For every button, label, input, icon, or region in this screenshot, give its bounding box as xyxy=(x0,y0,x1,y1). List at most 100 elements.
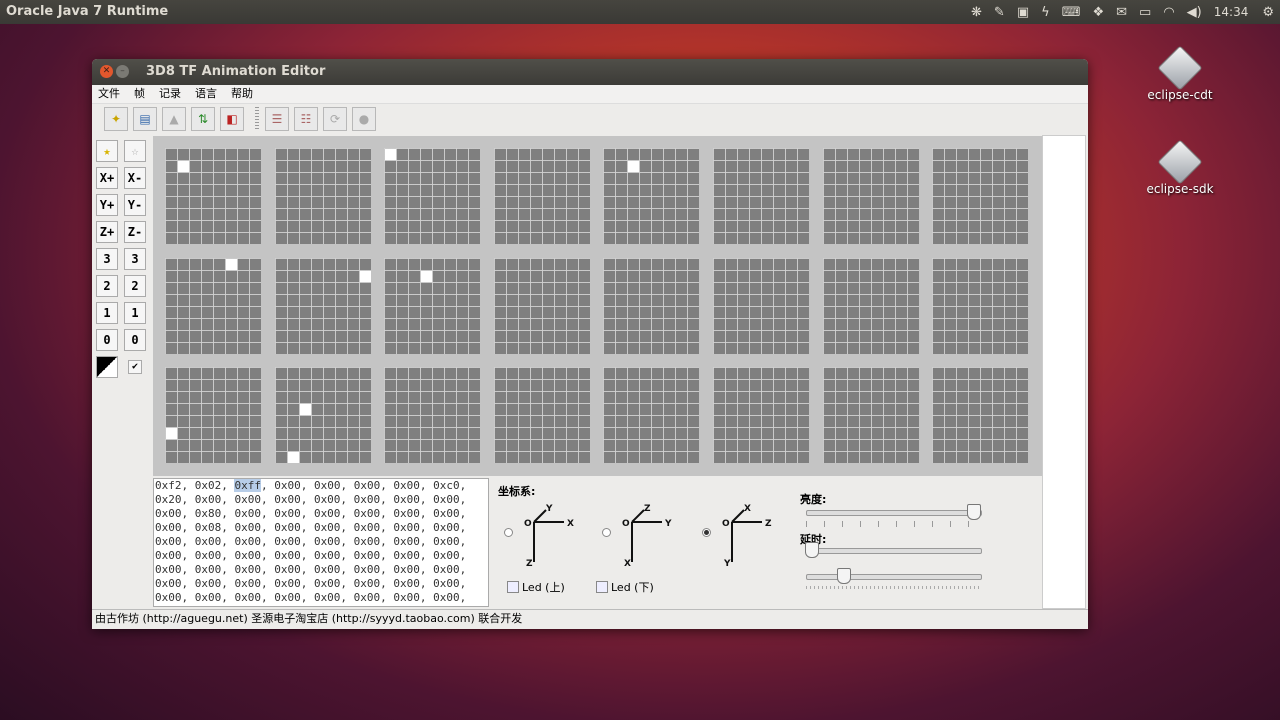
led-top-checkbox[interactable] xyxy=(507,581,519,593)
minimize-icon[interactable]: – xyxy=(116,65,129,78)
led-on[interactable] xyxy=(628,161,640,172)
led-layer-6[interactable] xyxy=(822,148,919,244)
led-layer-17[interactable] xyxy=(274,367,371,463)
apply-checkbox[interactable]: ✔ xyxy=(128,360,142,374)
led-layer-7[interactable] xyxy=(932,148,1029,244)
led-layer-16[interactable] xyxy=(165,367,261,463)
coord-radio-2[interactable] xyxy=(702,528,711,537)
desktop-icon-eclipse-cdt[interactable]: eclipse-cdt xyxy=(1140,45,1220,102)
led-layer-18[interactable] xyxy=(384,367,481,463)
led-on[interactable] xyxy=(421,270,433,282)
left-button-13[interactable]: 0 xyxy=(124,329,146,351)
led-layer-2[interactable] xyxy=(384,148,481,244)
play-icon[interactable]: ● xyxy=(352,107,376,131)
export-icon[interactable]: ◧ xyxy=(220,107,244,131)
led-layer-20[interactable] xyxy=(603,367,700,463)
led-layer-12[interactable] xyxy=(603,257,700,354)
speed-slider-thumb[interactable] xyxy=(837,568,852,584)
led-layer-15[interactable] xyxy=(932,257,1029,354)
menu-frame[interactable]: 帧 xyxy=(134,85,145,103)
coord-axes-diagram-0: O Y X Z xyxy=(524,504,574,566)
delay-slider-track[interactable] xyxy=(806,548,982,554)
record-icon[interactable]: ▣ xyxy=(1017,5,1029,20)
save-disabled-icon[interactable]: ▲ xyxy=(162,107,186,131)
edit-icon[interactable]: ✎ xyxy=(994,5,1005,20)
battery-icon[interactable]: ▭ xyxy=(1139,5,1151,20)
editor-window: ✕ – 3D8 TF Animation Editor 文件 帧 记录 语言 帮… xyxy=(92,59,1088,629)
brightness-slider-thumb[interactable] xyxy=(967,504,981,520)
axis-label-up: Y xyxy=(545,504,553,514)
dropbox-icon[interactable]: ❖ xyxy=(1092,5,1104,20)
menu-record[interactable]: 记录 xyxy=(159,85,181,103)
speed-slider-track[interactable] xyxy=(806,574,982,580)
menu-bar: 文件 帧 记录 语言 帮助 xyxy=(92,85,1088,104)
led-layer-23[interactable] xyxy=(932,367,1029,463)
network-paw-icon[interactable]: ❋ xyxy=(971,5,982,20)
led-on[interactable] xyxy=(385,149,397,160)
led-layer-9[interactable] xyxy=(274,257,371,354)
insert-frame-icon[interactable]: ☰ xyxy=(265,107,289,131)
close-icon[interactable]: ✕ xyxy=(100,65,113,78)
led-layer-14[interactable] xyxy=(822,257,919,354)
clock[interactable]: 14:34 xyxy=(1214,5,1249,19)
left-button-9[interactable]: 2 xyxy=(124,275,146,297)
hex-data-textarea[interactable]: 0xf2, 0x02, 0xff, 0x00, 0x00, 0x00, 0x00… xyxy=(153,478,489,607)
power-icon[interactable]: ϟ xyxy=(1041,5,1050,20)
desktop-icon-eclipse-sdk[interactable]: eclipse-sdk xyxy=(1140,139,1220,196)
menu-help[interactable]: 帮助 xyxy=(231,85,253,103)
star-clear-icon[interactable]: ☆ xyxy=(124,140,146,162)
led-on[interactable] xyxy=(299,404,311,415)
brightness-slider-track[interactable] xyxy=(806,510,982,516)
led-layer-21[interactable] xyxy=(713,367,809,463)
coord-radio-0[interactable] xyxy=(504,528,513,537)
left-button-12[interactable]: 0 xyxy=(96,329,118,351)
led-layer-19[interactable] xyxy=(493,367,590,463)
window-titlebar[interactable]: ✕ – 3D8 TF Animation Editor xyxy=(92,59,1088,85)
refresh-icon[interactable]: ⟳ xyxy=(323,107,347,131)
left-button-5[interactable]: Z- xyxy=(124,221,146,243)
left-button-8[interactable]: 2 xyxy=(96,275,118,297)
invert-icon[interactable] xyxy=(96,356,118,378)
led-layer-8[interactable] xyxy=(165,257,261,354)
led-layer-13[interactable] xyxy=(713,257,809,354)
keyboard-icon[interactable]: ⌨ xyxy=(1062,5,1081,20)
led-layer-10[interactable] xyxy=(384,257,481,354)
led-bottom-checkbox[interactable] xyxy=(596,581,608,593)
led-on[interactable] xyxy=(226,258,237,270)
star-fill-icon[interactable]: ★ xyxy=(96,140,118,162)
left-button-1[interactable]: X- xyxy=(124,167,146,189)
led-on[interactable] xyxy=(178,161,189,172)
led-layer-22[interactable] xyxy=(822,367,919,463)
mail-icon[interactable]: ✉ xyxy=(1116,5,1127,20)
led-layer-11[interactable] xyxy=(493,257,590,354)
open-file-icon[interactable]: ▤ xyxy=(133,107,157,131)
led-layer-1[interactable] xyxy=(274,148,371,244)
axis-label-origin: O xyxy=(524,519,532,529)
led-on[interactable] xyxy=(359,270,371,282)
left-button-11[interactable]: 1 xyxy=(124,302,146,324)
wifi-icon[interactable]: ◠ xyxy=(1163,5,1174,20)
led-layer-3[interactable] xyxy=(493,148,590,244)
led-on[interactable] xyxy=(287,452,299,463)
delay-slider-thumb[interactable] xyxy=(805,542,819,558)
led-layer-0[interactable] xyxy=(165,148,261,244)
left-button-4[interactable]: Z+ xyxy=(96,221,118,243)
left-button-7[interactable]: 3 xyxy=(124,248,146,270)
append-frame-icon[interactable]: ☷ xyxy=(294,107,318,131)
left-button-0[interactable]: X+ xyxy=(96,167,118,189)
led-on[interactable] xyxy=(166,428,177,439)
new-file-icon[interactable]: ✦ xyxy=(104,107,128,131)
left-button-3[interactable]: Y- xyxy=(124,194,146,216)
menu-file[interactable]: 文件 xyxy=(98,85,120,103)
led-layer-4[interactable] xyxy=(603,148,700,244)
left-button-6[interactable]: 3 xyxy=(96,248,118,270)
import-icon[interactable]: ⇅ xyxy=(191,107,215,131)
frame-list-panel[interactable] xyxy=(1042,135,1086,609)
coord-radio-1[interactable] xyxy=(602,528,611,537)
led-layer-5[interactable] xyxy=(713,148,809,244)
left-button-10[interactable]: 1 xyxy=(96,302,118,324)
volume-icon[interactable]: ◀) xyxy=(1187,5,1202,20)
settings-gear-icon[interactable]: ⚙ xyxy=(1262,5,1274,20)
menu-language[interactable]: 语言 xyxy=(195,85,217,103)
left-button-2[interactable]: Y+ xyxy=(96,194,118,216)
